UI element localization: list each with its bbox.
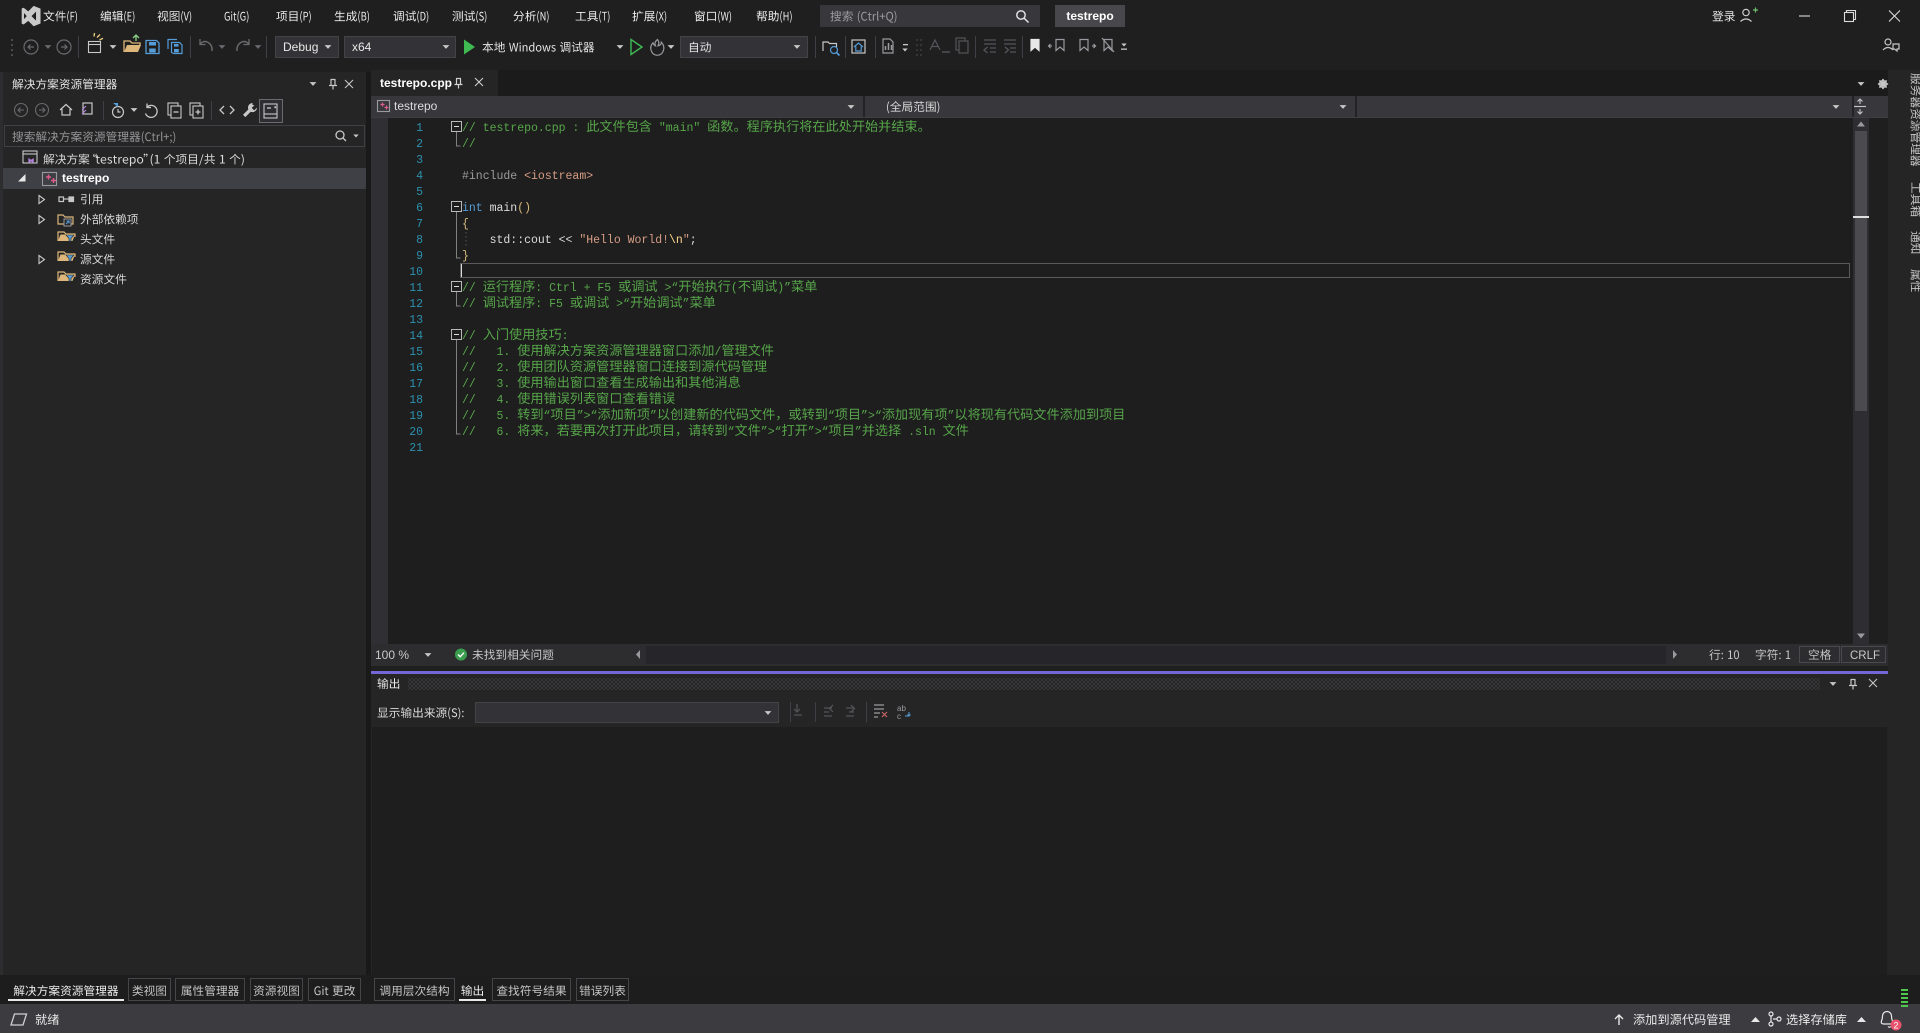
svg-text:"Hello: "Hello <box>579 234 621 247</box>
svg-text:1: 1 <box>416 122 423 135</box>
svg-text:”>“: ”>“ <box>761 426 782 439</box>
svg-text:)”: )” <box>777 282 791 295</box>
svg-text::: : <box>572 122 579 135</box>
svg-text:F5: F5 <box>597 282 611 295</box>
svg-text:testrepo.cpp: testrepo.cpp <box>483 122 566 135</box>
svg-text://: // <box>462 330 476 343</box>
svg-text:CRLF: CRLF <box>1850 650 1880 662</box>
svg-text:c: c <box>897 712 901 721</box>
svg-text://: // <box>462 282 476 295</box>
svg-text:(): () <box>517 202 531 215</box>
svg-text:/: / <box>714 346 721 359</box>
svg-text:1.: 1. <box>497 346 511 359</box>
svg-text://: // <box>462 394 476 407</box>
svg-text://: // <box>462 138 476 151</box>
svg-text:8: 8 <box>416 234 423 247</box>
svg-text:”>“: ”>“ <box>861 410 882 423</box>
svg-text:Ctrl: Ctrl <box>549 282 577 295</box>
svg-text:”: ” <box>855 426 862 439</box>
svg-text:“: “ <box>728 426 735 439</box>
svg-text:5: 5 <box>416 186 423 199</box>
svg-text:2: 2 <box>1893 1021 1898 1031</box>
svg-text:(: ( <box>731 282 738 295</box>
svg-text://: // <box>462 410 476 423</box>
svg-text:int: int <box>462 202 483 215</box>
svg-text:”: ” <box>683 298 690 311</box>
svg-text:#include: #include <box>462 170 517 183</box>
svg-text:;: ; <box>690 234 697 247</box>
svg-text:3: 3 <box>416 154 423 167</box>
svg-text:\n: \n <box>669 234 683 247</box>
svg-text:100 %: 100 % <box>375 648 409 662</box>
svg-text:16: 16 <box>409 362 423 375</box>
svg-text:7: 7 <box>416 218 423 231</box>
svg-text:”>“: ”>“ <box>808 426 829 439</box>
svg-text:“: “ <box>544 410 551 423</box>
svg-text:main: main <box>490 202 518 215</box>
svg-text:11: 11 <box>409 282 423 295</box>
svg-text://: // <box>462 362 476 375</box>
svg-text://: // <box>462 378 476 391</box>
svg-text:std::cout: std::cout <box>490 234 552 247</box>
svg-text://: // <box>462 346 476 359</box>
svg-text::: : <box>535 282 542 295</box>
svg-text:{: { <box>462 218 469 231</box>
svg-text:6.: 6. <box>497 426 511 439</box>
svg-text:>“: >“ <box>664 282 678 295</box>
svg-text:2: 2 <box>416 138 423 151</box>
svg-text:13: 13 <box>409 314 423 327</box>
svg-text:19: 19 <box>409 410 423 423</box>
svg-text:5.: 5. <box>497 410 511 423</box>
svg-text:": " <box>683 234 690 247</box>
svg-text:>“: >“ <box>616 298 630 311</box>
svg-text:+: + <box>584 282 591 295</box>
svg-text:”: ” <box>948 410 955 423</box>
svg-text:6: 6 <box>416 202 423 215</box>
svg-text:9: 9 <box>416 250 423 263</box>
svg-text:12: 12 <box>409 298 423 311</box>
svg-text:“: “ <box>828 410 835 423</box>
svg-text:”>“: ”>“ <box>577 410 598 423</box>
svg-text::: : <box>562 330 569 343</box>
svg-text://: // <box>462 122 476 135</box>
svg-text:"main": "main" <box>659 122 700 135</box>
svg-text:14: 14 <box>409 330 423 343</box>
svg-text:4: 4 <box>416 170 423 183</box>
svg-text:3.: 3. <box>497 378 511 391</box>
svg-text:”: ” <box>650 410 657 423</box>
svg-text:20: 20 <box>409 426 423 439</box>
svg-text:2.: 2. <box>497 362 511 375</box>
svg-text:4.: 4. <box>497 394 511 407</box>
svg-text::: : <box>535 298 542 311</box>
svg-text:18: 18 <box>409 394 423 407</box>
svg-text:21: 21 <box>409 442 423 455</box>
svg-text:10: 10 <box>409 266 423 279</box>
svg-text:}: } <box>462 250 469 263</box>
svg-text:.sln: .sln <box>908 426 936 439</box>
svg-text:World!: World! <box>628 234 669 247</box>
svg-text:17: 17 <box>409 378 423 391</box>
svg-text://: // <box>462 298 476 311</box>
svg-text://: // <box>462 426 476 439</box>
svg-text:<iostream>: <iostream> <box>524 170 593 183</box>
svg-text:<<: << <box>559 234 573 247</box>
svg-text:F5: F5 <box>549 298 563 311</box>
svg-text:15: 15 <box>409 346 423 359</box>
